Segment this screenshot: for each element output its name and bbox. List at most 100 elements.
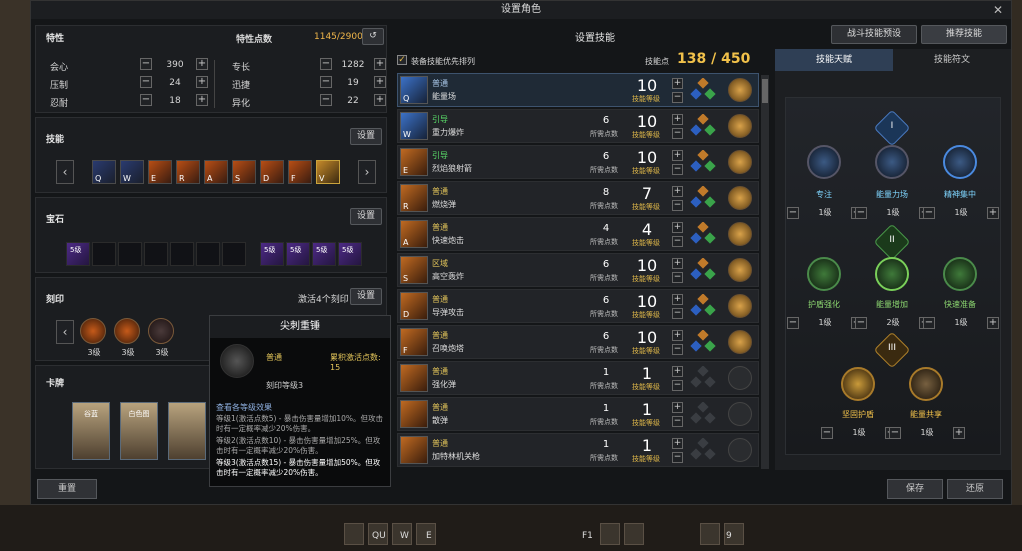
- stat-plus-button[interactable]: +: [196, 76, 208, 88]
- level-plus-button[interactable]: +: [672, 366, 683, 377]
- talent-node[interactable]: [841, 367, 875, 401]
- rune-slot[interactable]: [728, 150, 752, 174]
- skill-row[interactable]: R 普通 燃烧弹 8 所需点数 7 技能等级 + −: [397, 181, 759, 215]
- level-plus-button[interactable]: +: [672, 330, 683, 341]
- talent-plus-button[interactable]: +: [987, 317, 999, 329]
- tripod-icon[interactable]: [690, 366, 716, 390]
- tripod-icon[interactable]: [690, 294, 716, 318]
- talent-minus-button[interactable]: −: [855, 207, 867, 219]
- gem-slot[interactable]: [92, 242, 116, 266]
- talent-minus-button[interactable]: −: [787, 207, 799, 219]
- hotbar-slot[interactable]: [700, 523, 720, 545]
- talent-minus-button[interactable]: −: [787, 317, 799, 329]
- rune-slot[interactable]: [728, 186, 752, 210]
- skill-slot[interactable]: D: [260, 160, 284, 184]
- skill-row[interactable]: 普通 加特林机关枪 1 所需点数 1 技能等级 + −: [397, 433, 759, 467]
- preset-button[interactable]: 战斗技能预设: [831, 25, 917, 44]
- stat-minus-button[interactable]: −: [140, 94, 152, 106]
- talent-node[interactable]: [943, 257, 977, 291]
- tab-rune[interactable]: 技能符文: [893, 49, 1011, 71]
- gem-slot[interactable]: [196, 242, 220, 266]
- reset-button[interactable]: 重置: [37, 479, 97, 499]
- level-plus-button[interactable]: +: [672, 222, 683, 233]
- scrollbar-thumb[interactable]: [762, 79, 768, 103]
- level-plus-button[interactable]: +: [672, 150, 683, 161]
- level-minus-button[interactable]: −: [672, 164, 683, 175]
- stat-plus-button[interactable]: +: [196, 94, 208, 106]
- skill-row[interactable]: 普通 强化弹 1 所需点数 1 技能等级 + −: [397, 361, 759, 395]
- gem-slot[interactable]: [118, 242, 142, 266]
- hotbar-slot[interactable]: [624, 523, 644, 545]
- engraving-slot[interactable]: 3级: [148, 318, 174, 357]
- skill-row[interactable]: F 普通 召唤炮塔 6 所需点数 10 技能等级 + −: [397, 325, 759, 359]
- tab-talent[interactable]: 技能天赋: [775, 49, 893, 71]
- skill-slot[interactable]: E: [148, 160, 172, 184]
- tripod-icon[interactable]: [690, 186, 716, 210]
- skills-set-button[interactable]: 设置: [350, 128, 382, 145]
- skill-row[interactable]: E 引导 烈焰狼射箭 6 所需点数 10 技能等级 + −: [397, 145, 759, 179]
- card-slot[interactable]: 谷蓝: [72, 402, 110, 460]
- rune-slot[interactable]: [728, 366, 752, 390]
- chevron-left-icon[interactable]: ‹: [56, 160, 74, 184]
- talent-node[interactable]: [807, 145, 841, 179]
- talent-minus-button[interactable]: −: [923, 207, 935, 219]
- gem-slot[interactable]: 5级: [260, 242, 284, 266]
- skill-row[interactable]: W 引导 重力爆炸 6 所需点数 10 技能等级 + −: [397, 109, 759, 143]
- skill-row[interactable]: 普通 散弹 1 所需点数 1 技能等级 + −: [397, 397, 759, 431]
- stat-plus-button[interactable]: +: [374, 94, 386, 106]
- skill-slot[interactable]: V: [316, 160, 340, 184]
- level-minus-button[interactable]: −: [672, 236, 683, 247]
- tripod-icon[interactable]: [690, 222, 716, 246]
- talent-minus-button[interactable]: −: [855, 317, 867, 329]
- recommend-button[interactable]: 推荐技能: [921, 25, 1007, 44]
- talent-node[interactable]: [875, 145, 909, 179]
- level-minus-button[interactable]: −: [672, 308, 683, 319]
- rune-slot[interactable]: [728, 438, 752, 462]
- hotbar-slot[interactable]: [344, 523, 364, 545]
- level-minus-button[interactable]: −: [672, 200, 683, 211]
- engraving-slot[interactable]: 3级: [114, 318, 140, 357]
- rune-slot[interactable]: [728, 258, 752, 282]
- skill-slot[interactable]: F: [288, 160, 312, 184]
- level-plus-button[interactable]: +: [672, 438, 683, 449]
- stat-minus-button[interactable]: −: [140, 76, 152, 88]
- level-plus-button[interactable]: +: [672, 294, 683, 305]
- level-minus-button[interactable]: −: [672, 344, 683, 355]
- gem-slot[interactable]: [222, 242, 246, 266]
- card-slot[interactable]: 白色图: [120, 402, 158, 460]
- stat-minus-button[interactable]: −: [320, 94, 332, 106]
- skill-slot[interactable]: A: [204, 160, 228, 184]
- hotbar-slot[interactable]: [600, 523, 620, 545]
- tripod-icon[interactable]: [690, 330, 716, 354]
- card-slot[interactable]: [168, 402, 206, 460]
- priority-checkbox[interactable]: ✓: [397, 55, 407, 65]
- restore-button[interactable]: 还原: [947, 479, 1003, 499]
- skill-slot[interactable]: Q: [92, 160, 116, 184]
- skill-slot[interactable]: S: [232, 160, 256, 184]
- level-plus-button[interactable]: +: [672, 78, 683, 89]
- gem-slot[interactable]: 5级: [286, 242, 310, 266]
- skill-list-scrollbar[interactable]: [761, 75, 769, 469]
- stat-plus-button[interactable]: +: [374, 58, 386, 70]
- talent-minus-button[interactable]: −: [889, 427, 901, 439]
- stat-minus-button[interactable]: −: [320, 76, 332, 88]
- stat-plus-button[interactable]: +: [196, 58, 208, 70]
- gem-slot[interactable]: 5级: [66, 242, 90, 266]
- skill-row[interactable]: S 区域 高空轰炸 6 所需点数 10 技能等级 + −: [397, 253, 759, 287]
- gem-slot[interactable]: [170, 242, 194, 266]
- tripod-icon[interactable]: [690, 402, 716, 426]
- stat-minus-button[interactable]: −: [140, 58, 152, 70]
- chevron-right-icon[interactable]: ›: [358, 160, 376, 184]
- level-plus-button[interactable]: +: [672, 186, 683, 197]
- chevron-left-icon[interactable]: ‹: [56, 320, 74, 344]
- talent-node[interactable]: [943, 145, 977, 179]
- tripod-icon[interactable]: [690, 78, 716, 102]
- level-plus-button[interactable]: +: [672, 258, 683, 269]
- traits-reset-icon[interactable]: ↺: [362, 28, 384, 45]
- skill-slot[interactable]: R: [176, 160, 200, 184]
- level-minus-button[interactable]: −: [672, 128, 683, 139]
- tripod-icon[interactable]: [690, 114, 716, 138]
- level-minus-button[interactable]: −: [672, 452, 683, 463]
- skill-row[interactable]: D 普通 导弹攻击 6 所需点数 10 技能等级 + −: [397, 289, 759, 323]
- engraving-slot[interactable]: 3级: [80, 318, 106, 357]
